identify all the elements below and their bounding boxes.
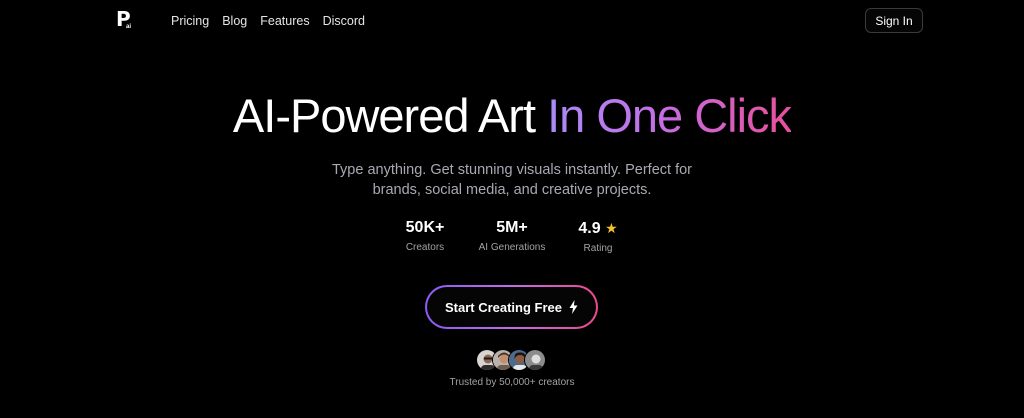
stats-row: 50K+ Creators 5M+ AI Generations 4.9 ★ R… (0, 218, 1024, 258)
stat-label: AI Generations (478, 242, 546, 253)
trusted-by-text: Trusted by 50,000+ creators (449, 377, 575, 388)
start-creating-button[interactable]: Start Creating Free (425, 285, 598, 329)
hero-title-gradient: In One Click (547, 89, 792, 142)
start-creating-button-inner: Start Creating Free (427, 287, 596, 327)
hero-title-plain: AI-Powered Art (232, 89, 536, 142)
stat-creators: 50K+ Creators (401, 218, 449, 256)
stat-generations: 5M+ AI Generations (476, 218, 548, 256)
nav-links: Pricing Blog Features Discord (171, 14, 365, 28)
stat-value: 5M+ (496, 219, 528, 236)
stat-rating: 4.9 ★ Rating (574, 218, 622, 257)
cta-label: Start Creating Free (444, 299, 563, 315)
star-icon: ★ (605, 220, 618, 236)
nav-link-blog[interactable]: Blog (222, 14, 247, 28)
avatar-group (476, 349, 548, 373)
stat-value: 50K+ (405, 219, 445, 236)
nav-link-features[interactable]: Features (260, 14, 309, 28)
logo[interactable]: P ai (116, 9, 136, 33)
stat-label: Rating (583, 243, 613, 254)
avatar (524, 349, 546, 371)
lightning-icon (569, 300, 578, 314)
hero-title: AI-Powered Art In One Click (0, 88, 1024, 144)
top-nav: P ai Pricing Blog Features Discord Sign … (0, 0, 1024, 40)
landing-page: P ai Pricing Blog Features Discord Sign … (0, 0, 1024, 418)
hero-subtitle: Type anything. Get stunning visuals inst… (331, 162, 692, 198)
nav-link-pricing[interactable]: Pricing (171, 14, 209, 28)
logo-sub: ai (126, 24, 132, 30)
stat-label: Creators (405, 242, 445, 253)
nav-link-discord[interactable]: Discord (323, 14, 365, 28)
stat-value: 4.9 ★ (574, 218, 622, 239)
rating-value: 4.9 (578, 220, 601, 237)
sign-in-button[interactable]: Sign In (865, 8, 923, 33)
